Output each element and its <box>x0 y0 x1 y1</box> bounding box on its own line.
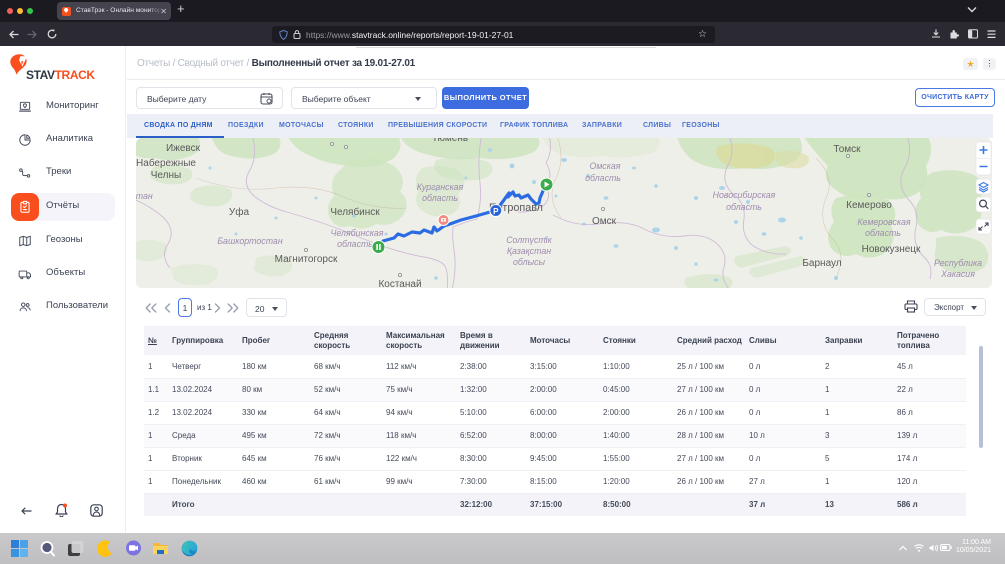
svg-text:Тюмень: Тюмень <box>432 138 468 144</box>
svg-text:стан: стан <box>136 191 153 201</box>
svg-text:Республика: Республика <box>934 258 982 268</box>
svg-text:Қазақстан: Қазақстан <box>507 246 551 256</box>
svg-text:Ижевск: Ижевск <box>166 143 201 154</box>
svg-text:Курганская: Курганская <box>417 182 464 192</box>
svg-text:Кемерово: Кемерово <box>846 200 892 211</box>
svg-text:Набережные: Набережные <box>136 157 196 169</box>
svg-text:Челны: Челны <box>151 170 181 181</box>
svg-text:Барнаул: Барнаул <box>802 258 841 269</box>
svg-text:облысы: облысы <box>513 257 545 267</box>
svg-text:Уфа: Уфа <box>229 206 250 218</box>
svg-text:Костанай: Костанай <box>378 279 421 288</box>
svg-text:Хакасия: Хакасия <box>940 269 975 279</box>
svg-text:P: P <box>493 207 499 216</box>
svg-text:Омская: Омская <box>590 161 621 171</box>
svg-text:область: область <box>422 193 458 203</box>
svg-text:область: область <box>865 228 901 238</box>
svg-text:Челябинская: Челябинская <box>330 228 383 238</box>
svg-text:Омск: Омск <box>592 216 617 227</box>
svg-text:Новосибирская: Новосибирская <box>713 190 776 200</box>
svg-text:Солтүстік: Солтүстік <box>506 235 552 245</box>
svg-text:Магнитогорск: Магнитогорск <box>275 254 338 265</box>
svg-text:Башкортостан: Башкортостан <box>217 236 282 246</box>
svg-text:область: область <box>585 173 621 183</box>
svg-text:область: область <box>726 202 762 212</box>
svg-text:Кемеровская: Кемеровская <box>857 217 911 227</box>
svg-text:Челябинск: Челябинск <box>330 206 380 218</box>
svg-text:область: область <box>337 239 373 249</box>
svg-text:Томск: Томск <box>833 144 861 155</box>
svg-text:Новокузнецк: Новокузнецк <box>862 244 921 255</box>
